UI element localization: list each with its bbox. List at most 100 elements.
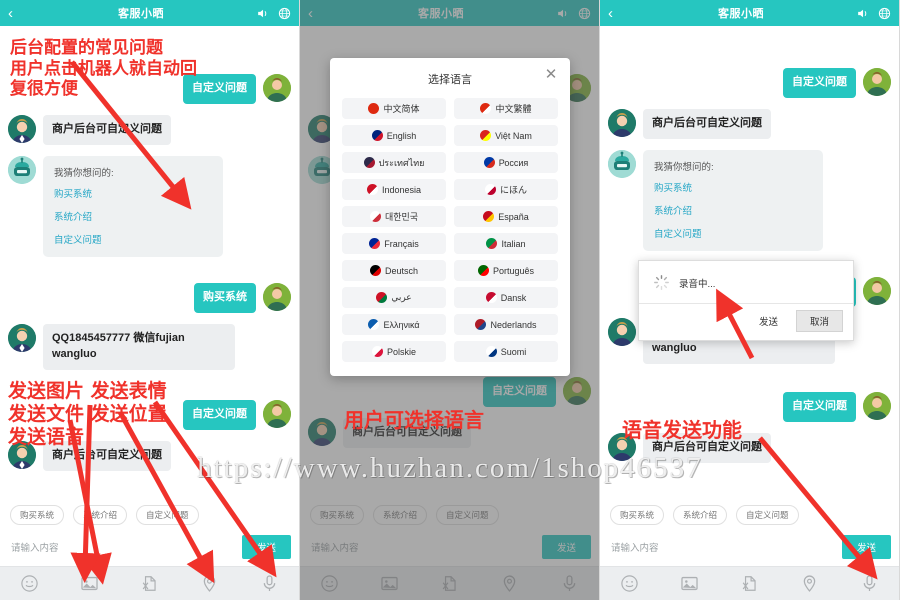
globe-icon[interactable] xyxy=(278,7,291,20)
flag-icon xyxy=(371,130,383,141)
sound-icon[interactable] xyxy=(856,7,869,20)
faq-link[interactable]: 系统介绍 xyxy=(54,209,212,223)
annotation-text: 用户可选择语言 xyxy=(344,408,484,432)
avatar xyxy=(608,149,636,178)
language-option[interactable]: Россия xyxy=(454,152,558,173)
language-label: にほん xyxy=(499,185,527,195)
modal-title: 选择语言 xyxy=(428,74,472,86)
language-option[interactable]: Việt Nam xyxy=(454,125,558,146)
message-row: 商户后台可自定义问题 xyxy=(608,108,891,139)
agent-avatar-icon xyxy=(608,108,636,137)
recording-send-button[interactable]: 发送 xyxy=(751,311,786,331)
quick-reply-chips: 购买系统 系统介绍 自定义问题 xyxy=(0,499,299,529)
language-label: Français xyxy=(384,238,419,249)
smiley-icon[interactable] xyxy=(20,574,39,593)
page-title: 客服小晒 xyxy=(718,8,764,20)
quick-reply-chip[interactable]: 系统介绍 xyxy=(673,505,728,525)
image-icon[interactable] xyxy=(680,574,699,593)
flag-icon xyxy=(480,103,492,114)
language-option[interactable]: 中文简体 xyxy=(342,98,446,119)
location-pin-icon[interactable] xyxy=(200,574,219,593)
recording-status-text: 录音中... xyxy=(679,278,716,290)
header-icons xyxy=(856,7,891,20)
avatar xyxy=(608,108,636,137)
language-label: عربي xyxy=(391,292,412,302)
microphone-icon[interactable] xyxy=(860,574,879,593)
file-icon[interactable] xyxy=(740,574,759,593)
language-label: 中文繁體 xyxy=(495,104,532,114)
faq-link[interactable]: 自定义问题 xyxy=(54,232,212,246)
message-input[interactable]: 请输入内容 xyxy=(608,540,842,554)
screenshot-stage: ‹ 客服小晒 自定义问题 商户后台可自定义问题 我猜你想问的: 购买系统 系统介… xyxy=(0,0,900,600)
language-option[interactable]: Suomi xyxy=(454,341,558,362)
user-avatar-icon xyxy=(863,276,891,305)
quick-reply-chip[interactable]: 自定义问题 xyxy=(136,505,199,525)
faq-link[interactable]: 自定义问题 xyxy=(654,226,812,240)
language-option[interactable]: Nederlands xyxy=(454,314,558,335)
language-option[interactable]: Português xyxy=(454,260,558,281)
language-label: Nederlands xyxy=(490,319,537,330)
location-pin-icon[interactable] xyxy=(800,574,819,593)
quick-reply-chips: 购买系统 系统介绍 自定义问题 xyxy=(600,499,899,529)
recording-cancel-button[interactable]: 取消 xyxy=(795,310,843,332)
flag-icon xyxy=(485,292,497,303)
language-option[interactable]: España xyxy=(454,206,558,227)
quick-reply-chip[interactable]: 自定义问题 xyxy=(736,505,799,525)
faq-link[interactable]: 购买系统 xyxy=(54,186,212,200)
globe-icon[interactable] xyxy=(878,7,891,20)
user-bubble: 购买系统 xyxy=(194,282,256,313)
app-header: ‹ 客服小晒 xyxy=(0,0,299,26)
language-option[interactable]: Italian xyxy=(454,233,558,254)
language-option[interactable]: Polskie xyxy=(342,341,446,362)
image-icon[interactable] xyxy=(80,574,99,593)
message-row: 我猜你想问的: 购买系统 系统介绍 自定义问题 xyxy=(608,149,891,251)
flag-icon xyxy=(369,238,381,249)
faq-link[interactable]: 系统介绍 xyxy=(654,203,812,217)
sound-icon[interactable] xyxy=(256,7,269,20)
header-icons xyxy=(256,7,291,20)
close-icon[interactable]: ✕ xyxy=(544,67,558,82)
message-input[interactable]: 请输入内容 xyxy=(8,540,242,554)
language-label: Italian xyxy=(501,238,526,249)
back-icon[interactable]: ‹ xyxy=(608,6,626,21)
language-option[interactable]: にほん xyxy=(454,179,558,200)
file-icon[interactable] xyxy=(140,574,159,593)
smiley-icon[interactable] xyxy=(620,574,639,593)
panel-right: ‹ 客服小晒 自定义问题 商户后台可自定义问题 我猜你想问的: 购买系统 系统介… xyxy=(600,0,900,600)
language-label: Português xyxy=(492,265,535,276)
attachment-toolbar xyxy=(0,566,299,600)
loading-spinner-icon xyxy=(654,275,669,290)
language-option[interactable]: 대한민국 xyxy=(342,206,446,227)
language-label: Deutsch xyxy=(384,265,419,276)
quick-reply-chip[interactable]: 系统介绍 xyxy=(73,505,128,525)
language-option[interactable]: ประเทศไทย xyxy=(342,152,446,173)
language-option[interactable]: Dansk xyxy=(454,287,558,308)
send-button[interactable]: 发送 xyxy=(841,535,891,559)
faq-title: 我猜你想问的: xyxy=(54,167,114,179)
language-option[interactable]: Deutsch xyxy=(342,260,446,281)
language-label: 中文简体 xyxy=(383,104,420,114)
flag-icon xyxy=(363,157,375,168)
language-option[interactable]: Ελληνικά xyxy=(342,314,446,335)
send-button[interactable]: 发送 xyxy=(241,535,291,559)
language-option[interactable]: English xyxy=(342,125,446,146)
chat-body: 自定义问题 xyxy=(0,26,299,600)
microphone-icon[interactable] xyxy=(260,574,279,593)
flag-icon xyxy=(484,184,496,195)
faq-card: 我猜你想问的: 购买系统 系统介绍 自定义问题 xyxy=(43,155,223,257)
avatar xyxy=(263,282,291,311)
language-option[interactable]: Indonesia xyxy=(342,179,446,200)
back-icon[interactable]: ‹ xyxy=(8,6,26,21)
flag-icon xyxy=(368,103,380,114)
quick-reply-chip[interactable]: 购买系统 xyxy=(610,505,665,525)
language-option[interactable]: عربي xyxy=(342,287,446,308)
language-label: English xyxy=(386,130,417,141)
language-option[interactable]: Français xyxy=(342,233,446,254)
language-label: Polskie xyxy=(386,346,416,357)
language-label: ประเทศไทย xyxy=(378,157,425,168)
agent-bubble: 商户后台可自定义问题 xyxy=(43,114,171,145)
page-title: 客服小晒 xyxy=(118,8,164,20)
quick-reply-chip[interactable]: 购买系统 xyxy=(10,505,65,525)
faq-link[interactable]: 购买系统 xyxy=(654,180,812,194)
language-option[interactable]: 中文繁體 xyxy=(454,98,558,119)
